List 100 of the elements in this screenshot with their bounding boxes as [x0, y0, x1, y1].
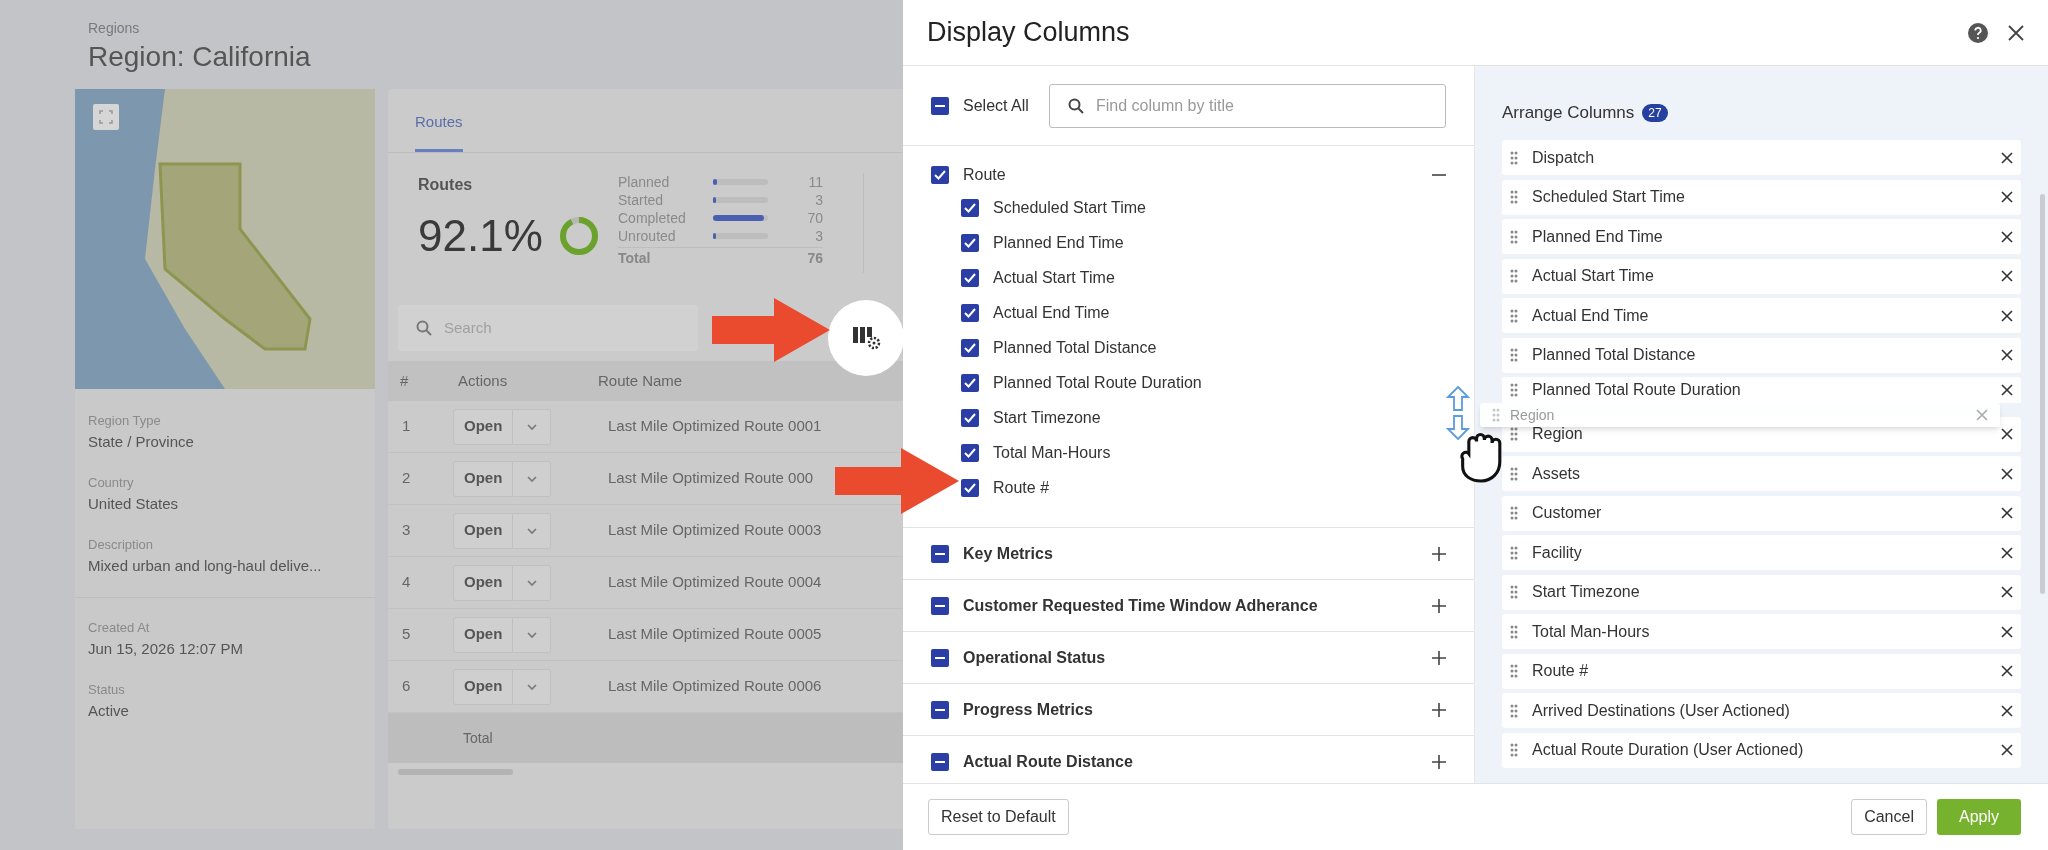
drag-handle-icon[interactable]	[1510, 308, 1518, 323]
expand-icon[interactable]	[1432, 754, 1446, 769]
open-button[interactable]: Open	[453, 616, 514, 653]
drag-handle-icon[interactable]	[1510, 427, 1518, 441]
column-item[interactable]: Scheduled Start Time	[1502, 179, 2021, 215]
remove-icon[interactable]	[2001, 507, 2013, 519]
scrollbar[interactable]	[2040, 194, 2045, 594]
remove-icon[interactable]	[2001, 704, 2013, 717]
open-button[interactable]: Open	[453, 408, 514, 445]
column-item[interactable]: Actual Start Time	[1502, 258, 2021, 294]
remove-icon[interactable]	[2001, 151, 2013, 164]
remove-icon[interactable]	[2001, 384, 2013, 396]
drag-handle-icon[interactable]	[1510, 585, 1518, 599]
close-icon[interactable]	[2008, 24, 2024, 41]
checkbox[interactable]	[931, 96, 949, 115]
checkbox[interactable]	[931, 700, 949, 719]
dropdown-toggle[interactable]	[513, 564, 552, 601]
expand-icon[interactable]	[1432, 546, 1446, 561]
drag-handle-icon[interactable]	[1510, 703, 1518, 718]
column-item[interactable]: Total Man-Hours	[1502, 614, 2021, 649]
drag-handle-icon[interactable]	[1510, 664, 1518, 678]
remove-icon[interactable]	[2001, 309, 2013, 322]
checkbox[interactable]	[931, 544, 949, 563]
total-label: Total	[618, 250, 652, 267]
remove-icon[interactable]	[2001, 230, 2013, 243]
checkbox-label: Total Man-Hours	[993, 442, 1111, 463]
chevron-down-icon	[526, 683, 537, 690]
open-button[interactable]: Open	[453, 460, 514, 497]
column-item[interactable]: Actual Route Duration (User Actioned)	[1502, 732, 2021, 768]
column-item[interactable]: Facility	[1502, 535, 2021, 570]
remove-icon[interactable]	[2001, 349, 2013, 361]
drag-handle-icon[interactable]	[1510, 269, 1518, 283]
expand-icon[interactable]	[1432, 598, 1446, 613]
remove-icon[interactable]	[2001, 191, 2013, 203]
horizontal-scrollbar[interactable]	[398, 769, 513, 775]
column-item-label: Total Man-Hours	[1532, 622, 1650, 640]
drag-handle-icon[interactable]	[1510, 624, 1518, 639]
dropdown-toggle[interactable]	[513, 408, 552, 445]
reset-button[interactable]: Reset to Default	[928, 799, 1069, 835]
remove-icon[interactable]	[2001, 586, 2013, 598]
remove-icon[interactable]	[2001, 467, 2013, 480]
remove-icon[interactable]	[2001, 665, 2013, 677]
field-value: United States	[88, 493, 179, 514]
cancel-button[interactable]: Cancel	[1851, 799, 1927, 835]
column-item[interactable]: Planned Total Route Duration	[1502, 377, 2021, 403]
checkbox[interactable]	[961, 408, 979, 427]
column-item[interactable]: Arrived Destinations (User Actioned)	[1502, 693, 2021, 728]
expand-icon[interactable]	[1432, 702, 1446, 717]
dropdown-toggle[interactable]	[513, 460, 552, 497]
checkbox[interactable]	[931, 166, 949, 184]
column-item[interactable]: Dispatch	[1502, 140, 2021, 175]
checkbox[interactable]	[961, 233, 979, 252]
drag-handle-icon[interactable]	[1510, 229, 1518, 244]
remove-icon[interactable]	[2001, 744, 2013, 756]
dropdown-toggle[interactable]	[513, 616, 552, 653]
column-item[interactable]: Assets	[1502, 456, 2021, 491]
drag-handle-icon[interactable]	[1510, 466, 1518, 481]
drag-handle-icon[interactable]	[1510, 383, 1518, 397]
checkbox[interactable]	[931, 752, 949, 771]
open-button[interactable]: Open	[453, 668, 514, 705]
checkbox[interactable]	[931, 596, 949, 615]
checkbox[interactable]	[961, 443, 979, 462]
drag-handle-icon[interactable]	[1510, 506, 1518, 520]
checkbox[interactable]	[961, 303, 979, 322]
remove-icon[interactable]	[2001, 546, 2013, 559]
table-cell: 1	[402, 417, 411, 435]
checkbox[interactable]	[961, 268, 979, 287]
drag-handle-icon[interactable]	[1510, 743, 1518, 757]
column-item[interactable]: Planned Total Distance	[1502, 337, 2021, 373]
column-item[interactable]: Actual End Time	[1502, 298, 2021, 333]
drag-handle-icon[interactable]	[1510, 190, 1518, 204]
drag-handle-icon[interactable]	[1510, 348, 1518, 362]
dropdown-toggle[interactable]	[513, 668, 552, 705]
table-cell: Last Mile Optimized Route 000	[608, 469, 814, 487]
table-cell: Last Mile Optimized Route 0003	[608, 521, 822, 539]
expand-icon[interactable]	[1432, 650, 1446, 665]
remove-icon[interactable]	[2001, 270, 2013, 282]
column-item[interactable]: Route #	[1502, 653, 2021, 689]
open-button[interactable]: Open	[453, 564, 514, 601]
chevron-down-icon	[526, 631, 537, 638]
column-item[interactable]: Customer	[1502, 495, 2021, 531]
remove-icon[interactable]	[2001, 428, 2013, 440]
checkbox[interactable]	[931, 648, 949, 667]
open-button[interactable]: Open	[453, 512, 514, 549]
column-item[interactable]: Start Timezone	[1502, 574, 2021, 610]
drag-handle-icon[interactable]	[1492, 408, 1500, 422]
drag-handle-icon[interactable]	[1510, 150, 1518, 165]
drag-handle-icon[interactable]	[1510, 545, 1518, 560]
checkbox[interactable]	[961, 478, 979, 497]
legend-label: Unrouted	[618, 227, 677, 245]
remove-icon[interactable]	[2001, 625, 2013, 638]
column-item-label: Actual Start Time	[1532, 267, 1654, 284]
column-settings-icon[interactable]	[851, 325, 881, 351]
help-icon[interactable]	[1968, 22, 1988, 43]
column-item-label: Dispatch	[1532, 148, 1595, 166]
dropdown-toggle[interactable]	[513, 512, 552, 549]
checkbox[interactable]	[961, 198, 979, 217]
column-item[interactable]: Planned End Time	[1502, 219, 2021, 254]
checkbox[interactable]	[961, 373, 979, 392]
checkbox[interactable]	[961, 338, 979, 357]
